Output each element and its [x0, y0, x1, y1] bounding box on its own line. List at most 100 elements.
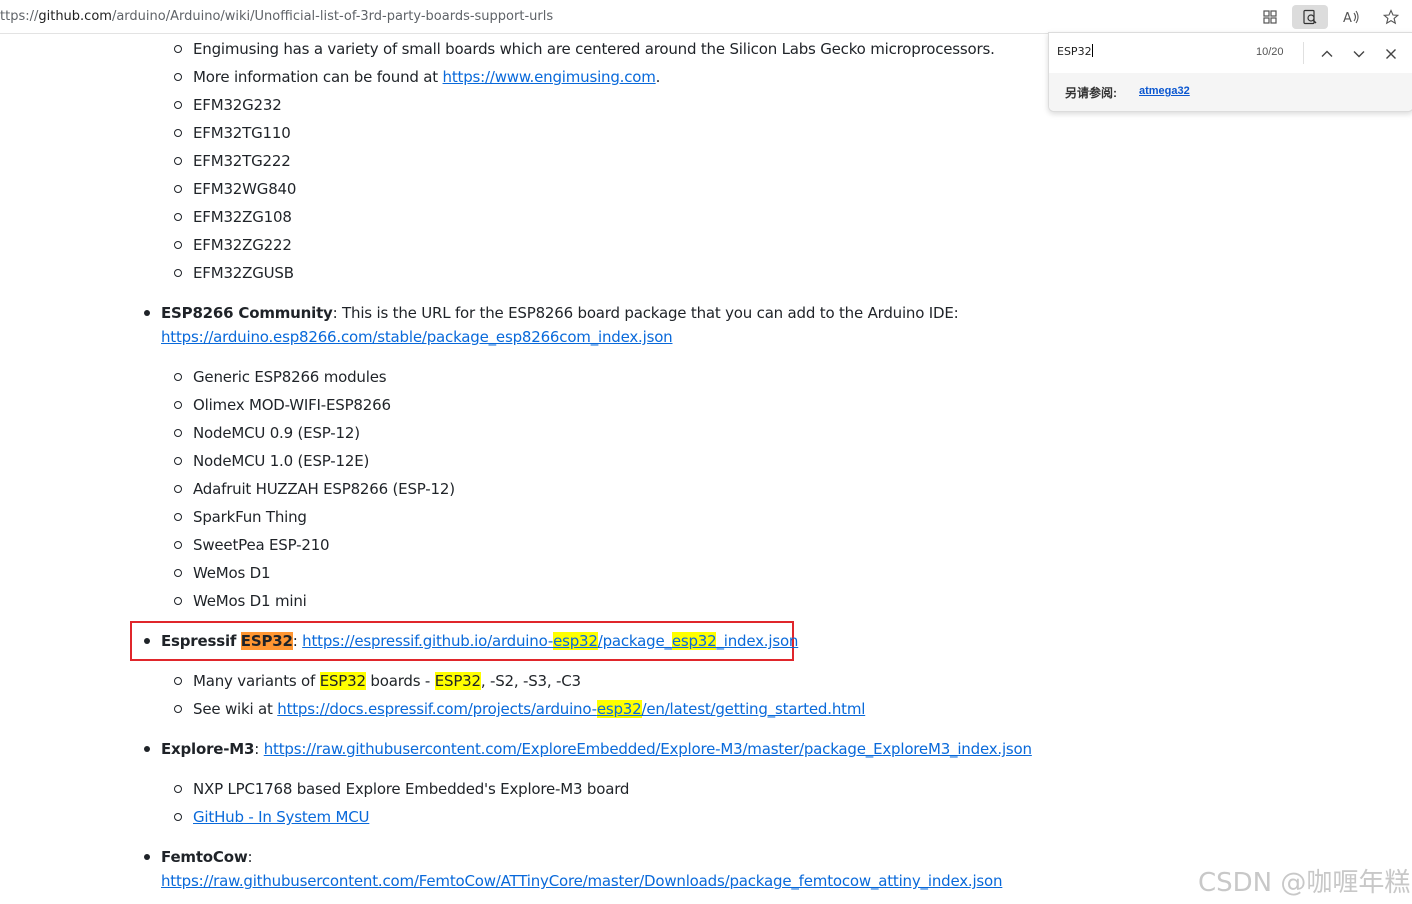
page-content: Engimusing has a variety of small boards… — [0, 0, 1412, 904]
find-highlight-current: ESP32 — [240, 632, 293, 650]
list-item: WeMos D1 — [173, 563, 271, 583]
list-item-espressif: Espressif ESP32: https://espressif.githu… — [143, 631, 798, 651]
period: . — [655, 68, 661, 86]
find-highlight: esp32 — [596, 700, 642, 718]
colon: : — [292, 632, 298, 650]
apps-icon[interactable] — [1255, 5, 1285, 29]
explore-url-link[interactable]: https://raw.githubusercontent.com/Explor… — [264, 740, 1032, 758]
board-name: Generic ESP8266 modules — [193, 368, 387, 386]
find-on-page-icon[interactable] — [1292, 5, 1328, 29]
board-name: EFM32TG222 — [193, 152, 291, 170]
board-name: EFM32G232 — [193, 96, 282, 114]
text: NXP LPC1768 based Explore Embedded's Exp… — [193, 780, 630, 798]
board-name: EFM32ZG222 — [193, 236, 292, 254]
address-bar[interactable]: ttps://github.com/arduino/Arduino/wiki/U… — [0, 0, 1412, 34]
list-item: EFM32WG840 — [173, 179, 297, 199]
board-name: SparkFun Thing — [193, 508, 307, 526]
board-name: NodeMCU 0.9 (ESP-12) — [193, 424, 360, 442]
find-match-count: 10/20 — [1256, 46, 1284, 58]
text: , -S2, -S3, -C3 — [480, 672, 581, 690]
esp8266-title: ESP8266 Community — [161, 304, 333, 322]
text-caret — [1091, 44, 1093, 57]
list-item: More information can be found at https:/… — [173, 67, 661, 87]
explore-title: Explore-M3 — [161, 740, 255, 758]
board-name: WeMos D1 — [193, 564, 271, 582]
board-name: SweetPea ESP-210 — [193, 536, 330, 554]
see-also-label: 另请参阅: — [1065, 86, 1117, 100]
text: Many variants of — [193, 672, 316, 690]
chevron-up-icon[interactable] — [1316, 43, 1338, 65]
find-highlight: esp32 — [671, 632, 717, 650]
list-item: GitHub - In System MCU — [173, 807, 370, 827]
url-part: _index.json — [716, 632, 799, 650]
esp8266-url-link[interactable]: https://arduino.esp8266.com/stable/packa… — [161, 328, 673, 346]
list-item: EFM32ZG222 — [174, 235, 292, 255]
url-part: https://espressif.github.io/arduino- — [302, 632, 554, 650]
list-item: See wiki at https://docs.espressif.com/p… — [173, 699, 865, 719]
find-highlight: ESP32 — [434, 672, 481, 690]
femtocow-title: FemtoCow — [161, 848, 248, 866]
find-bar: ESP32 10/20 另请参阅: atmega32 — [1048, 32, 1412, 112]
engimusing-more-text: More information can be found at — [193, 68, 438, 86]
espressif-url-link[interactable]: https://espressif.github.io/arduino-esp3… — [302, 632, 798, 650]
list-item: Olimex MOD-WIFI-ESP8266 — [174, 395, 391, 415]
board-name: WeMos D1 mini — [193, 592, 307, 610]
url-part: /en/latest/getting_started.html — [641, 700, 866, 718]
svg-text:A: A — [1343, 11, 1352, 25]
url-host: github.com — [38, 9, 112, 24]
list-item: SweetPea ESP-210 — [173, 535, 330, 555]
list-item-femtocow: FemtoCow: — [143, 847, 253, 867]
femtocow-url-row: https://raw.githubusercontent.com/FemtoC… — [161, 871, 1003, 891]
colon: : — [254, 740, 260, 758]
list-item: EFM32ZG108 — [174, 207, 292, 227]
text: See wiki at — [193, 700, 273, 718]
chevron-down-icon[interactable] — [1348, 43, 1370, 65]
board-name: EFM32TG110 — [193, 124, 291, 142]
find-highlight: esp32 — [553, 632, 598, 650]
list-item-esp8266: ESP8266 Community: This is the URL for t… — [144, 303, 959, 323]
board-name: NodeMCU 1.0 (ESP-12E) — [193, 452, 370, 470]
esp8266-url-row: https://arduino.esp8266.com/stable/packa… — [161, 327, 673, 347]
list-item: WeMos D1 mini — [174, 591, 307, 611]
url-prefix: ttps:// — [0, 9, 39, 24]
find-highlight: ESP32 — [319, 672, 366, 690]
list-item: EFM32G232 — [174, 95, 282, 115]
engimusing-description: Engimusing has a variety of small boards… — [193, 40, 995, 58]
find-input[interactable]: ESP32 — [1057, 44, 1093, 58]
list-item: EFM32TG222 — [174, 151, 291, 171]
engimusing-link[interactable]: https://www.engimusing.com — [443, 68, 656, 86]
list-item: EFM32TG110 — [174, 123, 291, 143]
board-name: EFM32ZGUSB — [193, 264, 294, 282]
list-item: Engimusing has a variety of small boards… — [174, 39, 995, 59]
close-icon[interactable] — [1380, 43, 1402, 65]
url-text[interactable]: ttps://github.com/arduino/Arduino/wiki/U… — [0, 9, 553, 24]
board-name: Adafruit HUZZAH ESP8266 (ESP-12) — [193, 480, 455, 498]
see-also-row: 另请参阅: atmega32 — [1049, 73, 1412, 111]
list-item: Generic ESP8266 modules — [173, 367, 387, 387]
url-part: /package_ — [597, 632, 672, 650]
github-in-system-mcu-link[interactable]: GitHub - In System MCU — [193, 808, 370, 826]
espressif-wiki-link[interactable]: https://docs.espressif.com/projects/ardu… — [277, 700, 865, 718]
list-item: NodeMCU 0.9 (ESP-12) — [174, 423, 360, 443]
femtocow-url-link[interactable]: https://raw.githubusercontent.com/FemtoC… — [161, 872, 1003, 890]
read-aloud-icon[interactable]: A — [1336, 5, 1366, 29]
list-item: EFM32ZGUSB — [174, 263, 294, 283]
board-name: EFM32WG840 — [193, 180, 297, 198]
list-item: NodeMCU 1.0 (ESP-12E) — [173, 451, 370, 471]
list-item: NXP LPC1768 based Explore Embedded's Exp… — [173, 779, 630, 799]
find-query: ESP32 — [1057, 45, 1092, 58]
url-path: /arduino/Arduino/wiki/Unofficial-list-of… — [111, 9, 554, 24]
espressif-title: Espressif — [161, 632, 237, 650]
favorite-star-icon[interactable] — [1376, 5, 1406, 29]
url-part: https://docs.espressif.com/projects/ardu… — [277, 700, 597, 718]
watermark: CSDN @咖喱年糕 — [1198, 868, 1411, 898]
list-item: Adafruit HUZZAH ESP8266 (ESP-12) — [174, 479, 455, 499]
see-also-link[interactable]: atmega32 — [1139, 85, 1190, 97]
colon: : — [247, 848, 253, 866]
divider — [1303, 42, 1304, 64]
board-name: EFM32ZG108 — [193, 208, 292, 226]
list-item: SparkFun Thing — [174, 507, 307, 527]
find-row: ESP32 10/20 — [1049, 33, 1412, 73]
list-item: Many variants of ESP32 boards - ESP32, -… — [174, 671, 581, 691]
esp8266-description: : This is the URL for the ESP8266 board … — [332, 304, 959, 322]
